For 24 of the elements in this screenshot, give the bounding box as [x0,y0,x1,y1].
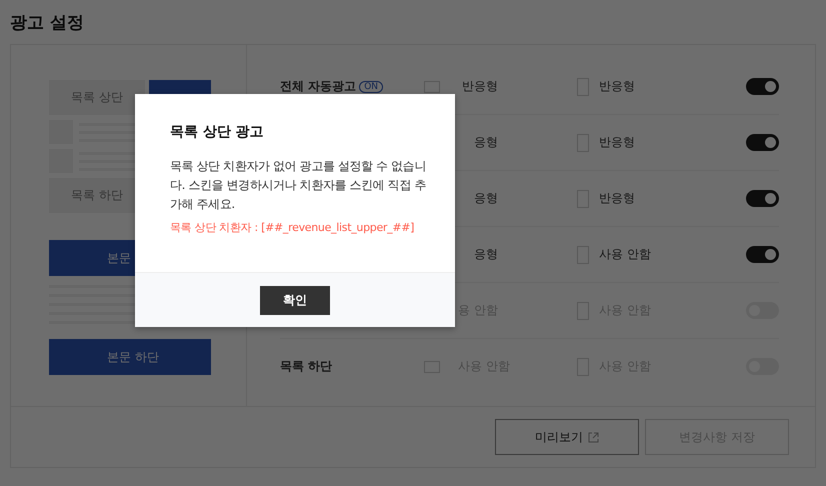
pc-ad-type: 응형 [473,246,498,263]
pc-ad-type: 응형 [473,134,498,151]
monitor-icon [424,80,440,92]
placeholder-note: 목록 상단 치환자 : [##_revenue_list_upper_##] [170,220,416,235]
pc-ad-type: 응형 [473,190,498,207]
dialog-title: 목록 상단 광고 [170,123,265,141]
row-label: 전체 자동광고 [280,78,356,95]
mobile-ad-type: 사용 안함 [599,246,651,263]
toggle-switch[interactable] [746,134,779,151]
mobile-ad-type: 반응형 [599,134,635,151]
page-title: 광고 설정 [10,12,84,34]
mobile-ad-type: 반응형 [599,78,635,95]
on-badge: ON [359,80,384,92]
toggle-switch[interactable] [746,190,779,207]
toggle-switch[interactable] [746,78,779,95]
confirm-button[interactable]: 확인 [260,286,330,314]
external-link-icon [588,432,599,442]
body-bottom-block: 본문 하단 [49,339,211,375]
dialog-message: 목록 상단 치환자가 없어 광고를 설정할 수 없습니다. 스킨을 변경하시거나 치환자를 스킨에 직접 추가해 주세요. [170,158,427,213]
toggle-switch[interactable] [746,246,779,263]
mobile-ad-type: 반응형 [599,190,635,207]
pc-ad-type: 반응형 [461,78,498,95]
preview-button[interactable]: 미리보기 [495,419,639,455]
row-label: 목록 하단 [280,358,332,375]
